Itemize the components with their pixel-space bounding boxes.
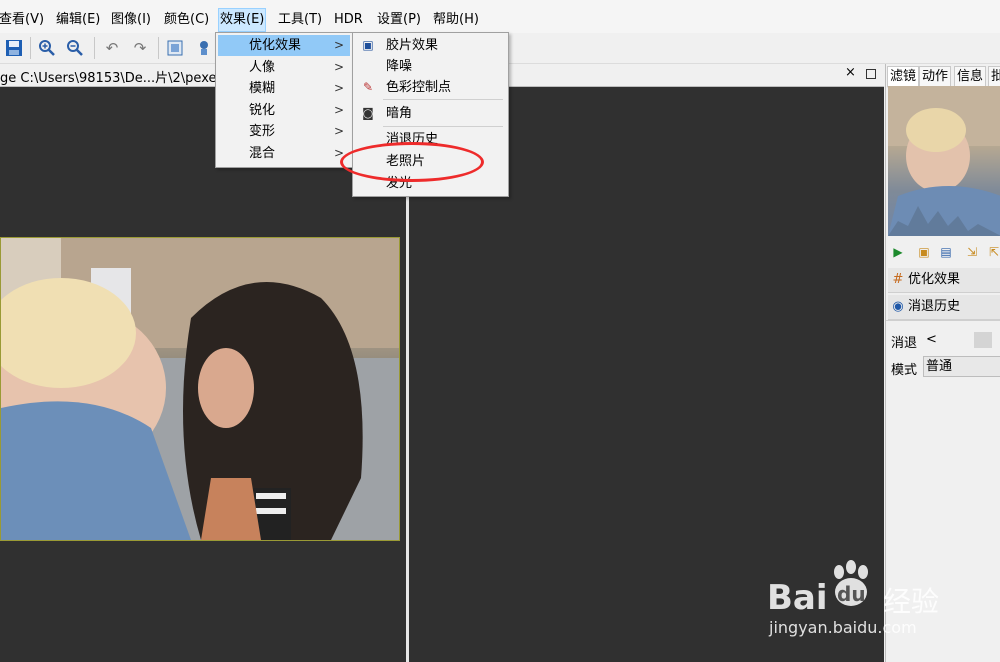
toolbar-separator (158, 37, 159, 59)
menu-item-color-control-point[interactable]: ✎ 色彩控制点 (355, 77, 506, 98)
photo-preview (0, 237, 400, 541)
fade-slider-thumb[interactable] (974, 332, 992, 348)
filter-selected-label: 消退历史 (908, 299, 961, 314)
menu-item-blur[interactable]: 模糊 > (218, 78, 350, 99)
menu-item-portrait[interactable]: 人像 > (218, 57, 350, 78)
chevron-right-icon: > (333, 60, 344, 74)
filter-category-label: 优化效果 (908, 272, 961, 287)
menu-separator (383, 99, 503, 100)
save-preset-icon[interactable]: ▤ (938, 244, 954, 260)
play-icon[interactable]: ▶ (890, 244, 906, 260)
watermark-jingyan: 经验 (883, 585, 940, 618)
filter-selected-row[interactable]: ◉ 消退历史 (888, 295, 1000, 320)
effects-menu: 优化效果 > 人像 > 模糊 > 锐化 > 变形 > 混合 > (215, 32, 353, 168)
menu-color[interactable]: 颜色(C) (163, 9, 210, 31)
menu-bar: 查看(V) 编辑(E) 图像(I) 颜色(C) 效果(E) 工具(T) HDR … (0, 0, 1000, 33)
toolbar-separator (94, 37, 95, 59)
save-icon[interactable] (4, 38, 24, 58)
grid-icon: # (892, 272, 904, 287)
menu-item-optimize[interactable]: 优化效果 > (218, 35, 350, 56)
menu-separator (383, 126, 503, 127)
annotation-circle (340, 142, 484, 182)
resize-image-icon[interactable] (165, 38, 185, 58)
mode-select[interactable]: 普通 (923, 356, 1000, 377)
export-icon[interactable]: ⇱ (986, 244, 1000, 260)
chevron-right-icon: > (333, 38, 344, 52)
panel-divider (886, 320, 1000, 321)
document-tab-title[interactable]: ge C:\Users\98153\De...片\2\pexe (0, 67, 217, 86)
menu-settings[interactable]: 设置(P) (376, 9, 422, 31)
menu-item-denoise[interactable]: 降噪 (355, 56, 506, 77)
menu-tools[interactable]: 工具(T) (277, 9, 323, 31)
tab-batch[interactable]: 批 (988, 66, 1000, 88)
open-folder-icon[interactable]: ▣ (916, 244, 932, 260)
zoom-in-icon[interactable] (37, 38, 57, 58)
filter-category-row[interactable]: # 优化效果 (888, 268, 1000, 293)
zoom-out-icon[interactable] (65, 38, 85, 58)
watermark-url: jingyan.baidu.com (769, 618, 917, 637)
hdr-icon[interactable] (194, 38, 214, 58)
undo-icon[interactable]: ↶ (102, 38, 122, 58)
import-icon[interactable]: ⇲ (964, 244, 980, 260)
tab-filters[interactable]: 滤镜 (887, 66, 920, 88)
film-icon: ▣ (362, 38, 374, 52)
maximize-icon[interactable] (866, 69, 876, 79)
fade-decrease-button[interactable]: < (926, 332, 937, 347)
menu-view[interactable]: 查看(V) (0, 9, 45, 31)
watermark-du: du (837, 582, 866, 606)
close-icon[interactable]: × (845, 65, 856, 80)
menu-edit[interactable]: 编辑(E) (55, 9, 101, 31)
chevron-right-icon: > (333, 103, 344, 117)
baidu-watermark: Bai du 经验 jingyan.baidu.com (765, 556, 995, 646)
menu-item-distort[interactable]: 变形 > (218, 121, 350, 142)
menu-item-film-effect[interactable]: ▣ 胶片效果 (355, 35, 506, 56)
filter-preview-thumbnail (888, 86, 1000, 236)
menu-item-sharpen[interactable]: 锐化 > (218, 100, 350, 121)
menu-image[interactable]: 图像(I) (110, 9, 152, 31)
watermark-brand: Bai (767, 578, 828, 618)
vignette-icon: ◙ (362, 106, 374, 120)
redo-icon[interactable]: ↷ (130, 38, 150, 58)
menu-effects[interactable]: 效果(E) (218, 8, 267, 32)
tab-actions[interactable]: 动作 (919, 66, 952, 88)
chevron-right-icon: > (333, 124, 344, 138)
fade-label: 消退 (891, 336, 918, 351)
menu-item-blend[interactable]: 混合 > (218, 143, 350, 164)
toolbar-separator (30, 37, 31, 59)
radio-icon: ◉ (892, 299, 904, 314)
menu-help[interactable]: 帮助(H) (432, 9, 480, 31)
menu-hdr[interactable]: HDR (333, 9, 364, 31)
color-point-icon: ✎ (362, 80, 374, 94)
menu-item-vignette[interactable]: ◙ 暗角 (355, 103, 506, 124)
mode-label: 模式 (891, 363, 918, 378)
chevron-right-icon: > (333, 81, 344, 95)
tab-info[interactable]: 信息 (954, 66, 987, 88)
